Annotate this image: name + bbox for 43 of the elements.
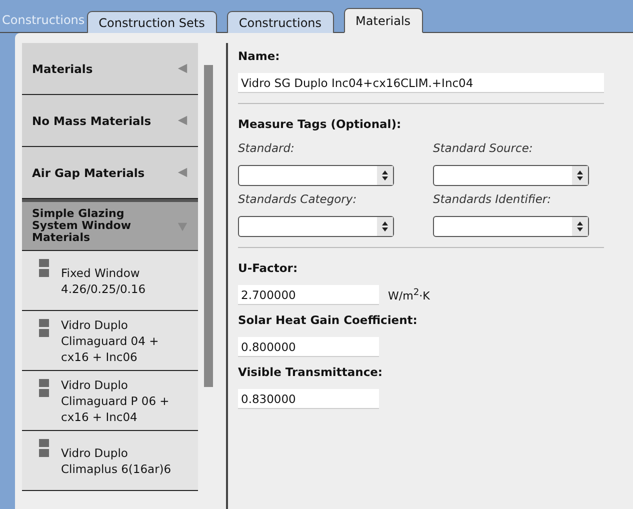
spinner-arrows-icon <box>377 166 393 185</box>
field-label: Standards Identifier: <box>433 192 552 208</box>
field-label: Name: <box>238 49 280 65</box>
value-field[interactable]: 2.700000 <box>238 285 379 305</box>
spin-box[interactable] <box>238 216 394 237</box>
value-field[interactable]: 0.800000 <box>238 337 379 357</box>
left-triangle-icon <box>177 115 188 126</box>
left-triangle-icon <box>177 63 188 74</box>
material-icon <box>39 259 49 277</box>
unit-label: W/m$^{2}$·K <box>388 287 430 303</box>
category-header[interactable]: Simple Glazing System Window Materials <box>22 199 198 251</box>
spin-box[interactable] <box>433 165 589 186</box>
category-header[interactable]: Materials <box>22 43 198 95</box>
category-header[interactable]: No Mass Materials <box>22 95 198 147</box>
down-triangle-icon <box>177 220 188 232</box>
tab[interactable]: Constructions <box>226 11 334 33</box>
material-icon <box>39 439 49 457</box>
field-label: U-Factor: <box>238 261 298 277</box>
field-label: Standards Category: <box>238 192 358 208</box>
material-icon <box>39 379 49 397</box>
spin-box[interactable] <box>238 165 394 186</box>
left-triangle-icon <box>177 167 188 178</box>
spinner-arrows-icon <box>572 166 588 185</box>
material-item[interactable]: Vidro Duplo Climaplus 6(16ar)6 <box>22 431 198 491</box>
field-label: Standard Source: <box>433 141 534 157</box>
material-icon <box>39 319 49 337</box>
field-label: Standard: <box>238 141 296 157</box>
material-item[interactable]: Vidro Duplo Climaguard 04 + cx16 + Inc06 <box>22 311 198 371</box>
section-heading: Measure Tags (Optional): <box>238 117 402 133</box>
tab[interactable]: Materials <box>344 8 423 33</box>
field-label: Visible Transmittance: <box>238 365 383 381</box>
spinner-arrows-icon <box>572 217 588 236</box>
spinner-arrows-icon <box>377 217 393 236</box>
tab[interactable]: Construction Sets <box>86 11 217 33</box>
material-item[interactable]: Vidro Duplo Climaguard P 06 + cx16 + Inc04 <box>22 371 198 431</box>
material-item[interactable]: Fixed Window 4.26/0.25/0.16 <box>22 251 198 311</box>
section-title: Constructions <box>2 13 85 27</box>
value-field[interactable]: 0.830000 <box>238 389 379 409</box>
name-field[interactable]: Vidro SG Duplo Inc04+cx16CLIM.+Inc04 <box>238 73 604 93</box>
field-label: Solar Heat Gain Coefficient: <box>238 313 418 329</box>
spin-box[interactable] <box>433 216 589 237</box>
category-header[interactable]: Air Gap Materials <box>22 147 198 199</box>
scrollbar-thumb[interactable] <box>204 65 213 387</box>
